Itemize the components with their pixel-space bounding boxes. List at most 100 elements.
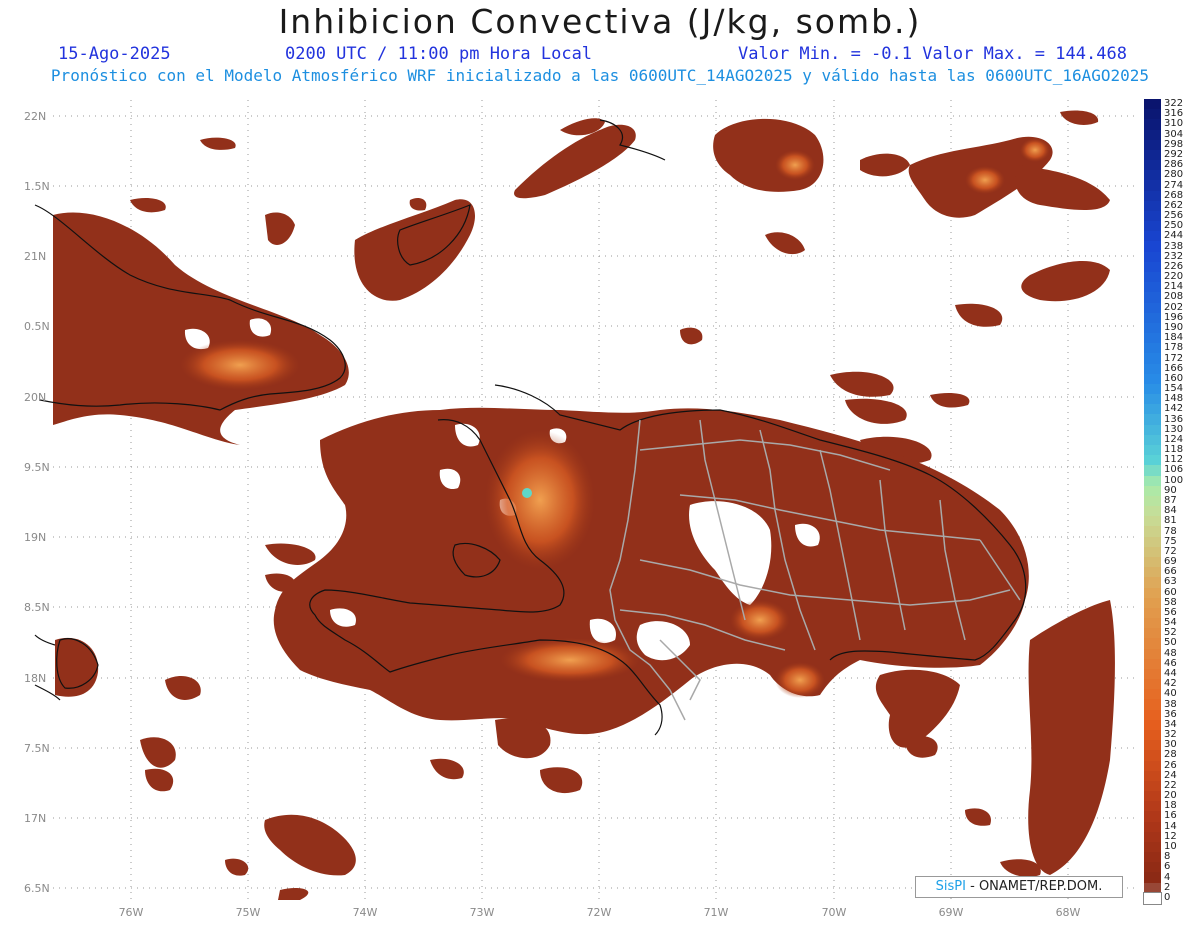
- colorbar-cell: [1144, 363, 1161, 375]
- colorbar-cell: [1144, 638, 1161, 650]
- colorbar-cell: [1144, 556, 1161, 568]
- colorbar-cell: [1144, 373, 1161, 385]
- lat-label: 20N: [24, 391, 46, 404]
- colorbar-cell: [1144, 577, 1161, 589]
- lat-label: 8.5N: [24, 601, 50, 614]
- colorbar-cell: [1144, 791, 1161, 802]
- lon-label: 74W: [353, 906, 378, 919]
- colorbar-cell: [1144, 99, 1161, 110]
- colorbar-label: 63: [1164, 576, 1177, 588]
- colorbar-cell: [1144, 109, 1161, 120]
- colorbar-label: 50: [1164, 637, 1177, 649]
- lat-label: 9.5N: [24, 461, 50, 474]
- colorbar-label: 81: [1164, 515, 1177, 527]
- colorbar-cell: [1144, 251, 1161, 263]
- colorbar-cell: [1144, 872, 1161, 884]
- colorbar-label: 310: [1164, 118, 1184, 130]
- colorbar-cell: [1144, 312, 1161, 324]
- colorbar-label: 0: [1164, 891, 1171, 903]
- colorbar-cell: [1144, 729, 1161, 741]
- lon-label: 69W: [939, 906, 964, 919]
- colorbar-cell: [1144, 658, 1161, 670]
- colorbar-label: 28: [1164, 749, 1177, 761]
- colorbar-cell: [1144, 760, 1161, 772]
- lat-label: 21N: [24, 250, 46, 263]
- colorbar-cell: [1144, 689, 1161, 701]
- colorbar-cell: [1144, 587, 1161, 599]
- lat-label: 1.5N: [24, 180, 50, 193]
- colorbar-cell: [1144, 394, 1161, 405]
- colorbar-cell: [1144, 119, 1161, 131]
- lon-labels: 76W 75W 74W 73W 72W 71W 70W 69W 68W: [119, 906, 1081, 919]
- lon-label: 70W: [822, 906, 847, 919]
- colorbar-cell: [1144, 536, 1161, 548]
- colorbar-cell: [1144, 424, 1161, 436]
- colorbar-cell: [1144, 221, 1161, 232]
- colorbar-cell: [1144, 434, 1161, 446]
- colorbar-cell: [1144, 343, 1161, 355]
- colorbar-cell: [1144, 455, 1161, 466]
- colorbar-cell: [1144, 404, 1161, 416]
- colorbar-cell: [1144, 668, 1161, 680]
- colorbar-cell: [1144, 129, 1161, 141]
- colorbar-cell: [1144, 160, 1161, 171]
- lon-label: 71W: [704, 906, 729, 919]
- colorbar-cell: [1144, 821, 1161, 833]
- colorbar-cell: [1144, 333, 1161, 344]
- colorbar: [1143, 99, 1162, 905]
- colorbar-cell: [1144, 882, 1161, 894]
- colorbar-cell: [1144, 282, 1161, 293]
- colorbar-cell: [1144, 516, 1161, 528]
- lon-label: 73W: [470, 906, 495, 919]
- colorbar-cell: [1144, 414, 1161, 426]
- colorbar-label: 142: [1164, 403, 1184, 415]
- colorbar-cell: [1144, 750, 1161, 762]
- sispi-logo: SisPI: [935, 879, 966, 894]
- colorbar-cell: [1144, 445, 1161, 456]
- lon-label: 68W: [1056, 906, 1081, 919]
- colorbar-label: 16: [1164, 810, 1177, 822]
- colorbar-cell: [1144, 607, 1161, 619]
- colorbar-label: 208: [1164, 291, 1184, 303]
- colorbar-cell: [1144, 241, 1161, 253]
- colorbar-cell: [1144, 770, 1161, 782]
- colorbar-cell: [1144, 567, 1161, 578]
- colorbar-cell: [1144, 475, 1161, 487]
- lon-label: 72W: [587, 906, 612, 919]
- colorbar-cell: [1144, 597, 1161, 609]
- colorbar-cell: [1144, 383, 1161, 395]
- credit-text: - ONAMET/REP.DOM.: [965, 879, 1103, 894]
- colorbar-cell: [1144, 699, 1161, 711]
- colorbar-cell: [1144, 628, 1161, 639]
- colorbar-cell: [1144, 546, 1161, 558]
- colorbar-cell: [1144, 149, 1161, 161]
- colorbar-cell: [1144, 648, 1161, 660]
- colorbar-cell: [1144, 180, 1161, 192]
- colorbar-cell: [1144, 709, 1161, 721]
- colorbar-cell: [1144, 740, 1161, 751]
- colorbar-cell: [1144, 506, 1161, 517]
- colorbar-cell: [1144, 261, 1161, 273]
- credit-box: SisPI - ONAMET/REP.DOM.: [915, 876, 1123, 898]
- colorbar-cell: [1144, 719, 1161, 731]
- colorbar-cell: [1144, 210, 1161, 222]
- colorbar-cell: [1144, 465, 1161, 477]
- lon-label: 75W: [236, 906, 261, 919]
- colorbar-cell: [1144, 231, 1161, 243]
- lat-label: 0.5N: [24, 320, 50, 333]
- lat-labels: 22N 1.5N 21N 0.5N 20N 9.5N 19N 8.5N 18N …: [24, 110, 50, 895]
- colorbar-cell: [1144, 485, 1161, 497]
- colorbar-cell: [1144, 831, 1161, 843]
- lat-label: 22N: [24, 110, 46, 123]
- colorbar-label: 106: [1164, 464, 1184, 476]
- colorbar-cell: [1144, 353, 1161, 365]
- colorbar-cell: [1144, 618, 1161, 629]
- colorbar-label: 178: [1164, 342, 1184, 354]
- colorbar-cell: [1144, 302, 1161, 314]
- lat-label: 19N: [24, 531, 46, 544]
- colorbar-label: 280: [1164, 169, 1184, 181]
- lat-label: 7.5N: [24, 742, 50, 755]
- colorbar-cell: [1144, 272, 1161, 283]
- colorbar-cell: [1144, 801, 1161, 812]
- colorbar-cell: [1144, 780, 1161, 792]
